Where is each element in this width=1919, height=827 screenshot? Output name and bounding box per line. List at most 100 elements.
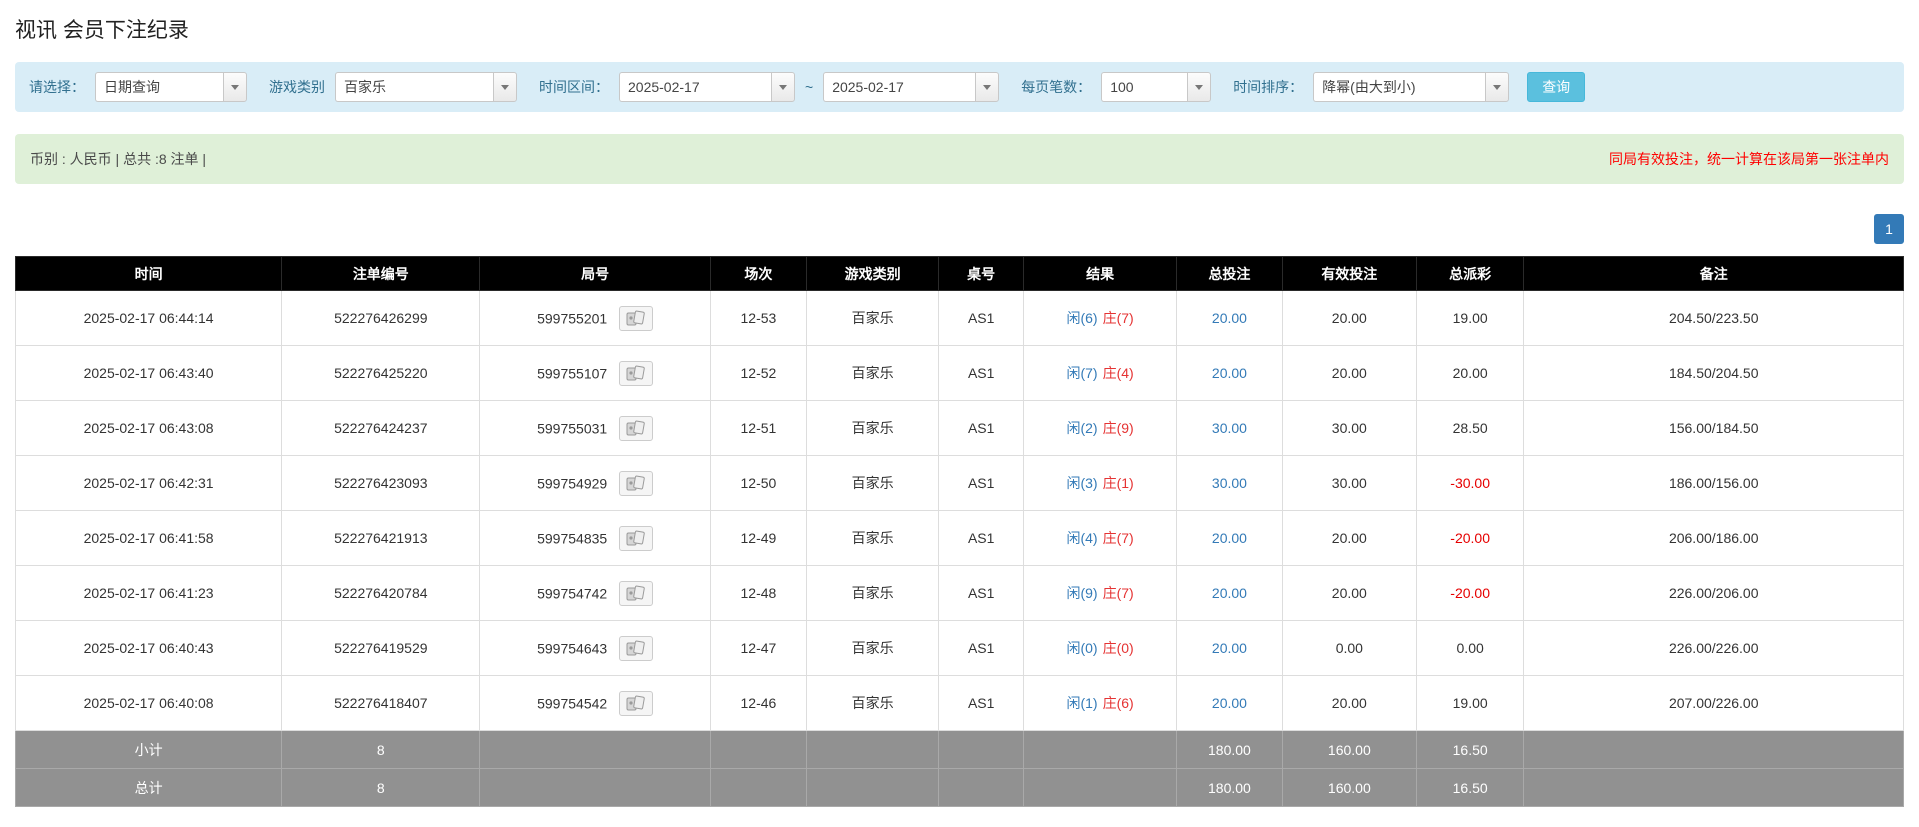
round-id: 599754742 [537, 585, 608, 601]
result-banker: 庄(0) [1102, 640, 1134, 656]
cell-time: 2025-02-17 06:43:40 [14, 345, 283, 401]
cell-payout: 0.00 [1415, 620, 1525, 676]
cell-remark: 186.00/156.00 [1523, 455, 1904, 511]
table-row: 2025-02-17 06:41:23 522276420784 5997547… [14, 565, 1904, 621]
result-banker: 庄(4) [1102, 365, 1134, 381]
sort-dropdown-button[interactable] [1485, 72, 1510, 102]
cell-round: 599755201 [479, 290, 711, 346]
cell-valid-bet: 30.00 [1281, 455, 1417, 511]
cell-round: 599754742 [479, 565, 711, 621]
view-round-cards-button[interactable] [619, 470, 654, 496]
cell-result: 闲(0) 庄(0) [1023, 620, 1178, 676]
cell-game-type: 百家乐 [806, 620, 940, 676]
empty-cell [709, 730, 808, 769]
search-button[interactable]: 查询 [1527, 72, 1586, 102]
table-row: 2025-02-17 06:40:43 522276419529 5997546… [14, 620, 1904, 676]
view-round-cards-button[interactable] [619, 690, 654, 716]
cell-session: 12-52 [709, 345, 808, 401]
date-to-dropdown-button[interactable] [975, 72, 1000, 102]
chevron-down-icon [501, 84, 509, 90]
subtotal-row: 小计 8 180.00 160.00 16.50 [14, 730, 1904, 769]
page-size-input[interactable] [1101, 72, 1188, 102]
cell-session: 12-48 [709, 565, 808, 621]
view-round-cards-button[interactable] [619, 360, 654, 386]
cell-bet-id: 522276420784 [281, 565, 481, 621]
view-round-cards-button[interactable] [619, 415, 654, 441]
cell-bet-id: 522276419529 [281, 620, 481, 676]
cell-bet-id: 522276424237 [281, 400, 481, 456]
total-total-bet: 180.00 [1176, 768, 1283, 807]
cell-total-bet[interactable]: 20.00 [1176, 290, 1283, 346]
cell-table-no: AS1 [938, 620, 1025, 676]
view-round-cards-button[interactable] [619, 635, 654, 661]
table-row: 2025-02-17 06:42:31 522276423093 5997549… [14, 455, 1904, 511]
cell-payout: -20.00 [1415, 510, 1525, 566]
cell-payout: 19.00 [1415, 675, 1525, 731]
cell-payout: 28.50 [1415, 400, 1525, 456]
query-type-input[interactable] [95, 72, 223, 102]
view-round-cards-button[interactable] [619, 580, 654, 606]
column-header: 总派彩 [1415, 256, 1525, 291]
empty-cell [1523, 730, 1904, 769]
empty-cell [1023, 768, 1178, 807]
cell-total-bet[interactable]: 20.00 [1176, 345, 1283, 401]
cell-total-bet[interactable]: 20.00 [1176, 510, 1283, 566]
cell-remark: 226.00/226.00 [1523, 620, 1904, 676]
bet-records-table: 时间 注单编号 局号 场次 游戏类别 桌号 结果 总投注 有效投注 总派彩 备注 2025-02-1… [14, 256, 1904, 807]
date-range-separator: ~ [805, 79, 814, 95]
total-count: 8 [281, 768, 481, 807]
cell-valid-bet: 20.00 [1281, 675, 1417, 731]
cards-icon [626, 365, 645, 380]
date-to-input[interactable] [823, 72, 976, 102]
view-round-cards-button[interactable] [619, 525, 654, 551]
page-1-button[interactable]: 1 [1874, 214, 1904, 244]
cell-total-bet[interactable]: 30.00 [1176, 400, 1283, 456]
round-id: 599754929 [537, 475, 608, 491]
cell-total-bet[interactable]: 20.00 [1176, 675, 1283, 731]
sort-label: 时间排序： [1233, 79, 1304, 95]
cell-time: 2025-02-17 06:41:23 [14, 565, 283, 621]
empty-cell [479, 730, 711, 769]
game-type-label: 游戏类别 [269, 79, 325, 95]
page-title: 视讯 会员下注纪录 [15, 19, 189, 42]
result-player: 闲(7) [1066, 365, 1098, 381]
column-header: 桌号 [938, 256, 1025, 291]
cell-total-bet[interactable]: 20.00 [1176, 620, 1283, 676]
cell-valid-bet: 20.00 [1281, 510, 1417, 566]
table-body: 2025-02-17 06:44:14 522276426299 5997552… [14, 290, 1904, 731]
cell-round: 599754835 [479, 510, 711, 566]
empty-cell [1523, 768, 1904, 807]
game-type-dropdown-button[interactable] [493, 72, 517, 102]
date-from-dropdown-button[interactable] [771, 72, 795, 102]
chevron-down-icon [779, 84, 787, 90]
cell-remark: 156.00/184.50 [1523, 400, 1904, 456]
total-row: 总计 8 180.00 160.00 16.50 [14, 768, 1904, 807]
cell-bet-id: 522276418407 [281, 675, 481, 731]
date-range-label: 时间区间： [539, 79, 609, 95]
round-id: 599755031 [537, 420, 608, 436]
table-row: 2025-02-17 06:43:08 522276424237 5997550… [14, 400, 1904, 456]
cards-icon [626, 640, 645, 655]
cell-total-bet[interactable]: 30.00 [1176, 455, 1283, 511]
view-round-cards-button[interactable] [619, 305, 654, 331]
cell-session: 12-50 [709, 455, 808, 511]
date-from-combo [619, 72, 795, 102]
summary-bar: 币别 : 人民币 | 总共 :8 注单 | 同局有效投注，统一计算在该局第一张注… [15, 134, 1904, 184]
empty-cell [479, 768, 711, 807]
sort-input[interactable] [1313, 72, 1486, 102]
cell-session: 12-47 [709, 620, 808, 676]
table-row: 2025-02-17 06:43:40 522276425220 5997551… [14, 345, 1904, 401]
round-id: 599754542 [537, 695, 608, 711]
query-type-dropdown-button[interactable] [223, 72, 247, 102]
result-player: 闲(2) [1066, 420, 1098, 436]
empty-cell [1023, 730, 1178, 769]
cell-session: 12-46 [709, 675, 808, 731]
cell-game-type: 百家乐 [806, 565, 940, 621]
date-from-input[interactable] [619, 72, 771, 102]
cell-remark: 204.50/223.50 [1523, 290, 1904, 346]
game-type-input[interactable] [335, 72, 493, 102]
page-size-dropdown-button[interactable] [1187, 72, 1212, 102]
cell-table-no: AS1 [938, 675, 1025, 731]
cell-total-bet[interactable]: 20.00 [1176, 565, 1283, 621]
cell-payout: -20.00 [1415, 565, 1525, 621]
